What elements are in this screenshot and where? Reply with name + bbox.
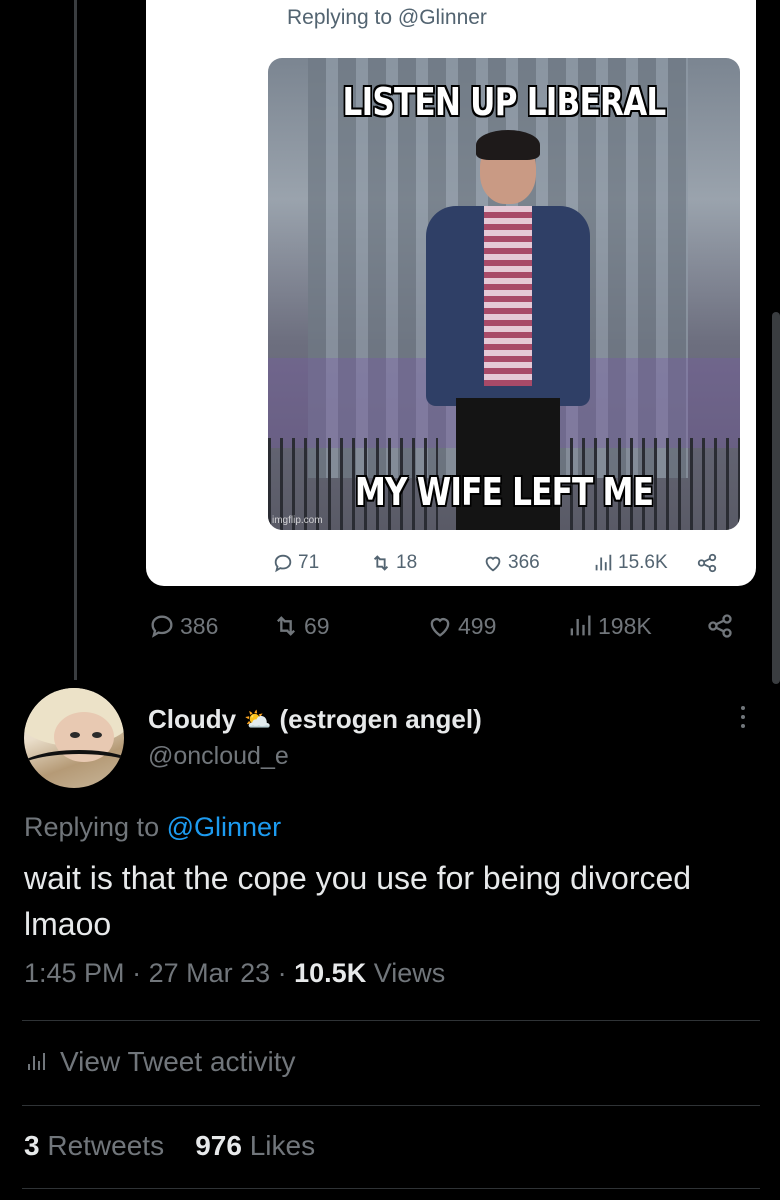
quoted-replying-to: Replying to @Glinner [287,6,487,30]
views-stat[interactable]: 198K [566,612,652,640]
share-icon [697,553,717,573]
meme-top-caption: LISTEN UP LIBERAL [342,80,667,124]
views-icon [570,615,591,636]
reply-stat[interactable]: 386 [148,612,218,640]
retweets-number: 3 [24,1130,40,1161]
retweet-icon [277,616,295,636]
heart-icon [485,556,501,572]
quoted-reply-stat[interactable]: 71 [272,552,319,574]
avatar[interactable] [24,688,124,788]
analytics-icon [28,1053,45,1070]
replying-handle-link[interactable]: @Glinner [167,812,281,842]
like-stat[interactable]: 499 [426,612,496,640]
quoted-like-count: 366 [508,552,540,573]
likes-number: 976 [195,1130,242,1161]
engagement-counts: 3 Retweets 976 Likes [24,1130,315,1162]
share-icon [708,614,732,638]
likes-count-link[interactable]: 976 Likes [195,1130,315,1161]
divider [22,1188,760,1189]
meme-image[interactable]: LISTEN UP LIBERAL MY WIFE LEFT ME imgfli… [268,58,740,530]
tweet-date[interactable]: 27 Mar 23 [149,958,271,988]
main-tweet-stats: 386 69 499 198K [148,612,748,646]
heart-icon [430,618,450,637]
quoted-retweet-count: 18 [396,552,418,573]
replying-prefix: Replying to [24,812,160,842]
quoted-reply-count: 71 [298,552,320,573]
quoted-replying-prefix: Replying to [287,6,393,29]
share-stat[interactable] [706,612,734,640]
views-label: Views [373,958,446,988]
quoted-like-stat[interactable]: 366 [482,552,540,574]
divider [22,1105,760,1106]
quoted-retweet-stat[interactable]: 18 [370,552,417,574]
display-name-text: Cloudy [148,704,237,734]
likes-label: Likes [249,1130,316,1161]
meme-bottom-caption: MY WIFE LEFT ME [354,470,654,514]
retweets-label: Retweets [47,1130,165,1161]
quoted-tweet-stats: 71 18 366 15.6K [268,552,728,580]
cloud-sun-icon: ⛅ [244,706,272,732]
retweet-stat[interactable]: 69 [272,612,330,640]
activity-label: View Tweet activity [60,1046,296,1077]
display-name[interactable]: Cloudy ⛅ (estrogen angel) [148,704,482,735]
quoted-views-count: 15.6K [618,552,668,573]
views-number: 10.5K [294,958,367,988]
more-options-icon[interactable] [738,706,748,730]
tweet-meta: 1:45 PM · 27 Mar 23 · 10.5K Views [24,958,446,988]
quoted-replying-handle[interactable]: @Glinner [398,6,487,29]
thread-connector-line [74,0,77,680]
quoted-share-stat[interactable] [696,552,718,574]
retweet-count: 69 [304,612,330,639]
replying-to: Replying to @Glinner [24,812,281,843]
views-count: 198K [598,612,652,639]
meme-watermark: imgflip.com [272,515,323,526]
like-count: 499 [458,612,497,639]
tweet-time[interactable]: 1:45 PM [24,958,125,988]
reply-icon [274,554,292,573]
views-icon [595,554,612,571]
retweet-icon [373,555,389,571]
tweet-text: wait is that the cope you use for being … [24,860,692,942]
display-name-suffix: (estrogen angel) [279,704,482,734]
reply-count: 386 [180,612,219,639]
divider [22,1020,760,1021]
user-handle[interactable]: @oncloud_e [148,742,289,771]
scrollbar[interactable] [772,312,780,684]
quoted-views-stat[interactable]: 15.6K [592,552,668,574]
reply-icon [151,615,173,638]
retweets-count-link[interactable]: 3 Retweets [24,1130,164,1161]
view-tweet-activity-button[interactable]: View Tweet activity [24,1046,296,1078]
